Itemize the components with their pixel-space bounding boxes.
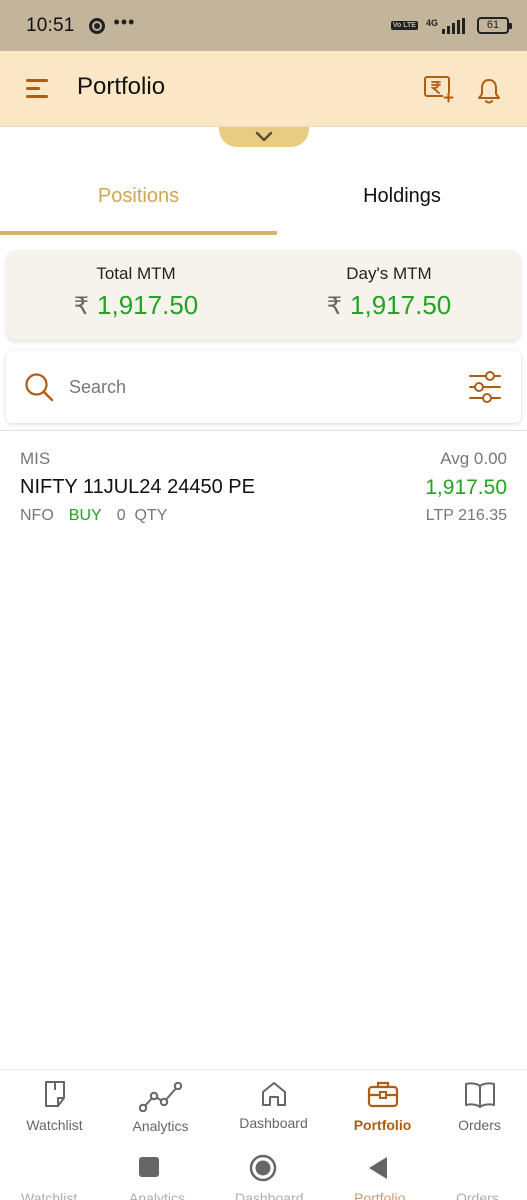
rupee-symbol: ₹ <box>73 293 90 320</box>
home-icon <box>261 1082 286 1106</box>
volte-icon: Vo LTE <box>390 21 418 30</box>
bell-icon[interactable] <box>476 77 502 105</box>
position-ltp: LTP 216.35 <box>425 507 507 524</box>
position-meta: NFO BUY 0 QTY <box>20 507 167 525</box>
status-time: 10:51 <box>26 14 75 36</box>
briefcase-icon <box>367 1081 398 1108</box>
bottom-nav: Watchlist Analytics Dashboard Portfolio <box>0 1069 527 1141</box>
nav-label-watchlist: Watchlist <box>26 1117 83 1133</box>
position-exchange: NFO <box>20 507 54 524</box>
network-type: 4G <box>425 17 438 28</box>
chevron-down-icon <box>255 131 273 142</box>
signal-icon: 4G <box>425 17 465 34</box>
nav-label-dashboard: Dashboard <box>239 1115 308 1131</box>
portfolio-tabs: Positions Holdings <box>0 160 527 236</box>
ghost-label: Orders <box>456 1190 499 1200</box>
chrome-icon <box>88 17 105 34</box>
rupee-symbol: ₹ <box>326 293 343 320</box>
ghost-label: Portfolio <box>354 1190 406 1200</box>
total-mtm-value-row: ₹1,917.50 <box>11 290 261 321</box>
search-input[interactable] <box>69 371 449 403</box>
mtm-summary-card: Total MTM ₹1,917.50 Day's MTM ₹1,917.50 <box>6 250 521 340</box>
tab-positions[interactable]: Positions <box>0 160 277 232</box>
battery-icon: 61 <box>477 17 512 34</box>
position-pnl: 1,917.50 <box>425 476 507 499</box>
tab-holdings[interactable]: Holdings <box>277 160 527 232</box>
divider <box>0 430 527 431</box>
nav-dashboard[interactable]: Dashboard <box>221 1070 326 1142</box>
position-avg: Avg 0.00 <box>440 449 507 468</box>
page-title: Portfolio <box>77 73 166 100</box>
position-row[interactable]: MIS Avg 0.00 NIFTY 11JUL24 24450 PE 1,91… <box>0 440 527 540</box>
position-product: MIS <box>20 449 51 468</box>
position-symbol: NIFTY 11JUL24 24450 PE <box>20 476 255 498</box>
search-bar <box>6 351 521 423</box>
day-mtm-value: 1,917.50 <box>350 290 452 320</box>
book-icon <box>464 1082 495 1108</box>
day-mtm-label: Day's MTM <box>346 264 432 283</box>
nav-portfolio[interactable]: Portfolio <box>330 1070 435 1142</box>
filter-sliders-icon[interactable] <box>468 371 502 403</box>
expand-header-tab[interactable] <box>219 127 309 147</box>
search-icon <box>25 373 54 402</box>
home-circle-icon[interactable] <box>249 1154 277 1182</box>
analytics-icon <box>138 1082 182 1112</box>
app-header: Portfolio <box>0 51 527 127</box>
active-tab-indicator <box>0 231 277 235</box>
ghost-label: Watchlist <box>21 1190 78 1200</box>
nav-label-analytics: Analytics <box>132 1118 189 1134</box>
nav-label-orders: Orders <box>458 1117 501 1133</box>
position-qty: 0 QTY <box>117 507 168 525</box>
ghost-label: Dashboard <box>235 1190 304 1200</box>
status-bar: 10:51 ••• Vo LTE 4G 61 <box>0 0 527 51</box>
bookmark-icon <box>44 1081 65 1107</box>
ghost-label: Analytics <box>129 1190 186 1200</box>
nav-watchlist[interactable]: Watchlist <box>2 1070 107 1142</box>
menu-icon[interactable] <box>26 79 50 99</box>
day-mtm: Day's MTM ₹1,917.50 <box>264 264 514 321</box>
day-mtm-value-row: ₹1,917.50 <box>264 290 514 321</box>
add-funds-rupee-icon[interactable] <box>423 75 455 103</box>
nav-label-portfolio: Portfolio <box>353 1117 412 1133</box>
more-notifications-icon: ••• <box>113 12 136 32</box>
nav-orders[interactable]: Orders <box>427 1070 527 1142</box>
total-mtm-value: 1,917.50 <box>97 290 199 320</box>
total-mtm: Total MTM ₹1,917.50 <box>11 264 261 321</box>
system-nav-bar: Watchlist Analytics Dashboard Portfolio … <box>0 1141 527 1200</box>
position-qty-value: 0 <box>116 507 126 524</box>
position-qty-label: QTY <box>134 507 168 524</box>
position-side: BUY <box>68 507 102 524</box>
total-mtm-label: Total MTM <box>96 264 176 283</box>
nav-analytics[interactable]: Analytics <box>108 1070 213 1142</box>
back-triangle-icon[interactable] <box>367 1156 389 1180</box>
recents-square-icon[interactable] <box>139 1157 159 1177</box>
